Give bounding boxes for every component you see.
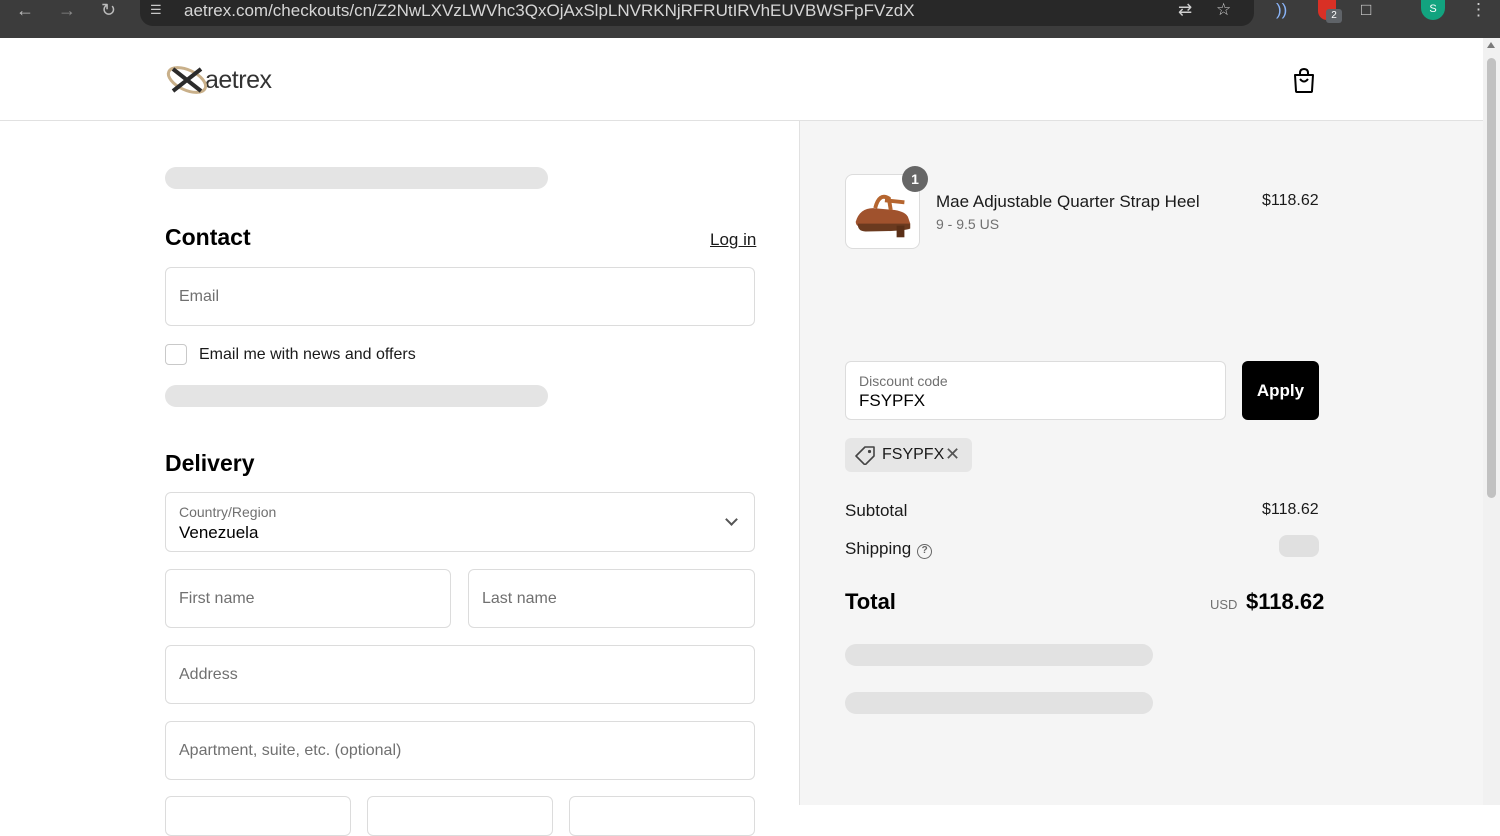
login-link[interactable]: Log in — [710, 230, 756, 250]
forward-arrow-icon[interactable]: → — [58, 0, 76, 22]
country-value: Venezuela — [179, 523, 259, 542]
discount-value: FSYPFX — [859, 391, 926, 410]
shopping-bag-icon[interactable] — [1291, 66, 1317, 94]
total-label: Total — [845, 589, 896, 614]
address-placeholder: Address — [179, 666, 238, 683]
delivery-title: Delivery — [165, 450, 255, 476]
browser-toolbar: ← → ↻ ☰ aetrex.com/checkouts/cn/Z2NwLXVz… — [0, 0, 1500, 38]
order-summary: 1 Mae Adjustable Quarter Strap Heel 9 - … — [800, 121, 1483, 805]
apartment-field[interactable]: Apartment, suite, etc. (optional) — [165, 721, 755, 780]
state-field[interactable] — [367, 796, 553, 836]
scroll-thumb[interactable] — [1487, 58, 1496, 498]
newsletter-label: Email me with news and offers — [199, 346, 416, 363]
product-name: Mae Adjustable Quarter Strap Heel — [936, 192, 1200, 211]
quantity-badge: 1 — [902, 166, 928, 192]
country-label: Country/Region — [179, 504, 277, 520]
checkout-header: aetrex — [0, 38, 1483, 121]
last-name-field[interactable]: Last name — [468, 569, 755, 628]
shipping-value-skeleton — [1279, 535, 1319, 557]
cast-icon[interactable]: )) — [1276, 0, 1287, 22]
discount-code-field[interactable]: Discount code FSYPFX — [845, 361, 1226, 420]
summary-skeleton — [845, 692, 1153, 714]
first-name-placeholder: First name — [179, 590, 255, 607]
aetrex-logo-icon — [166, 66, 208, 94]
translate-icon[interactable]: ⇄ — [1178, 0, 1192, 22]
loading-skeleton — [165, 385, 548, 407]
brand-logo[interactable]: aetrex — [165, 60, 272, 100]
applied-code-text: FSYPFX — [882, 446, 945, 463]
back-arrow-icon[interactable]: ← — [16, 0, 34, 22]
menu-dots-icon[interactable]: ⋮ — [1470, 0, 1487, 22]
profile-avatar[interactable]: S — [1421, 0, 1445, 20]
reload-icon[interactable]: ↻ — [101, 0, 116, 22]
currency-code: USD — [1210, 597, 1238, 612]
email-placeholder: Email — [179, 288, 220, 305]
logo-text: aetrex — [205, 65, 272, 94]
product-variant: 9 - 9.5 US — [936, 216, 1000, 232]
checkout-form: Contact Log in Email Email me with news … — [0, 121, 799, 836]
puzzle-icon[interactable]: □ — [1361, 0, 1371, 22]
shipping-row: Shipping? — [845, 539, 933, 559]
discount-label: Discount code — [859, 373, 948, 389]
apartment-placeholder: Apartment, suite, etc. (optional) — [179, 742, 402, 759]
total-value: $118.62 — [1246, 589, 1325, 614]
tag-icon — [855, 446, 875, 465]
email-field[interactable]: Email — [165, 267, 755, 326]
country-select[interactable]: Country/Region Venezuela — [165, 492, 755, 552]
address-bar[interactable]: ☰ aetrex.com/checkouts/cn/Z2NwLXVzLWVhc3… — [140, 0, 1254, 26]
postal-code-field[interactable] — [569, 796, 755, 836]
page-scrollbar[interactable] — [1483, 38, 1500, 805]
apply-button[interactable]: Apply — [1242, 361, 1319, 420]
summary-skeleton — [845, 644, 1153, 666]
express-checkout-skeleton — [165, 167, 548, 189]
subtotal-value: $118.62 — [1262, 501, 1319, 518]
chevron-down-icon — [725, 513, 738, 526]
site-info-icon[interactable]: ☰ — [150, 2, 168, 20]
first-name-field[interactable]: First name — [165, 569, 451, 628]
subtotal-label: Subtotal — [845, 501, 908, 520]
extension-badge: 2 — [1326, 9, 1342, 23]
newsletter-checkbox[interactable] — [165, 344, 187, 365]
address-field[interactable]: Address — [165, 645, 755, 704]
url-text: aetrex.com/checkouts/cn/Z2NwLXVzLWVhc3Qx… — [184, 1, 915, 20]
shipping-label: Shipping — [845, 539, 912, 558]
help-icon[interactable]: ? — [917, 544, 933, 559]
scroll-up-arrow-icon[interactable] — [1487, 42, 1495, 48]
last-name-placeholder: Last name — [482, 590, 557, 607]
remove-discount-icon[interactable]: ✕ — [945, 445, 960, 463]
star-icon[interactable]: ☆ — [1216, 0, 1231, 22]
city-field[interactable] — [165, 796, 351, 836]
product-price: $118.62 — [1262, 192, 1319, 209]
applied-discount-chip: FSYPFX ✕ — [845, 438, 972, 472]
contact-title: Contact — [165, 224, 251, 250]
